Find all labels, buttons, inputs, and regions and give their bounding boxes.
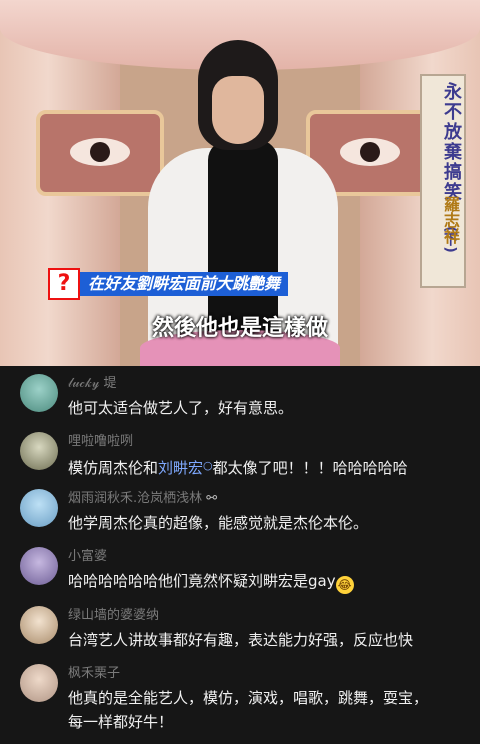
comment-text: 他可太适合做艺人了，好有意思。 bbox=[68, 399, 294, 417]
video-subtitle: 然後他也是這樣做 bbox=[151, 316, 328, 341]
show-title-banner: 永不放棄搞笑 (下) bbox=[420, 74, 466, 288]
comment-text: 台湾艺人讲故事都好有趣，表达能力好强，反应也快 bbox=[68, 631, 414, 649]
comment-text: 他真的是全能艺人，模仿，演戏，唱歌，跳舞，耍宝， 每一样都好牛！ bbox=[68, 689, 429, 731]
comment-text-part: 模仿周杰伦和 bbox=[68, 459, 159, 477]
comment-username[interactable]: 小富婆 bbox=[68, 545, 107, 564]
badge-icon: ⚯ bbox=[206, 491, 218, 506]
avatar[interactable] bbox=[20, 432, 58, 470]
comment-text-part: 都太像了吧！！！哈哈哈哈哈 bbox=[212, 459, 408, 477]
comment-username[interactable]: 𝓁𝓊𝒸𝓀𝓎 堤 bbox=[68, 372, 117, 391]
laughing-emoji-icon: 😂 bbox=[335, 576, 354, 594]
avatar[interactable] bbox=[20, 664, 58, 702]
comment-text: 哈哈哈哈哈哈他们竟然怀疑刘畊宏是gay 😂 bbox=[68, 572, 354, 594]
comment-username[interactable]: 绿山墙的婆婆纳 bbox=[68, 604, 159, 623]
search-icon: ○ bbox=[203, 459, 213, 472]
question-icon: ? bbox=[48, 268, 80, 300]
comment-text: 模仿周杰伦和刘畊宏○都太像了吧！！！哈哈哈哈哈 bbox=[68, 454, 458, 480]
video-frame[interactable]: 永不放棄搞笑 (下) 羅志祥 ? 在好友劉畊宏面前大跳艷舞 然後他也是這樣做 bbox=[0, 0, 480, 366]
mention-link[interactable]: 刘畊宏 bbox=[158, 459, 203, 477]
avatar[interactable] bbox=[20, 489, 58, 527]
avatar[interactable] bbox=[20, 606, 58, 644]
avatar[interactable] bbox=[20, 547, 58, 585]
avatar[interactable] bbox=[20, 374, 58, 412]
guest-name: 羅志祥 bbox=[441, 196, 460, 244]
comment-username[interactable]: 枫禾栗子 bbox=[68, 662, 120, 681]
comment-list[interactable]: 𝓁𝓊𝒸𝓀𝓎 堤 他可太适合做艺人了，好有意思。 哩啦噜啦咧 模仿周杰伦和刘畊宏○… bbox=[0, 366, 480, 744]
eye-panel-left bbox=[36, 110, 164, 196]
caption-banner: 在好友劉畊宏面前大跳艷舞 bbox=[80, 272, 289, 296]
comment-username[interactable]: 哩啦噜啦咧 bbox=[68, 430, 133, 449]
show-title: 永不放棄搞笑 bbox=[441, 82, 462, 202]
comment-username[interactable]: 烟雨润秋禾.沧岚栖浅林 ⚯ bbox=[68, 487, 217, 506]
comment-text: 他学周杰伦真的超像，能感觉就是杰伦本伦。 bbox=[68, 514, 369, 532]
